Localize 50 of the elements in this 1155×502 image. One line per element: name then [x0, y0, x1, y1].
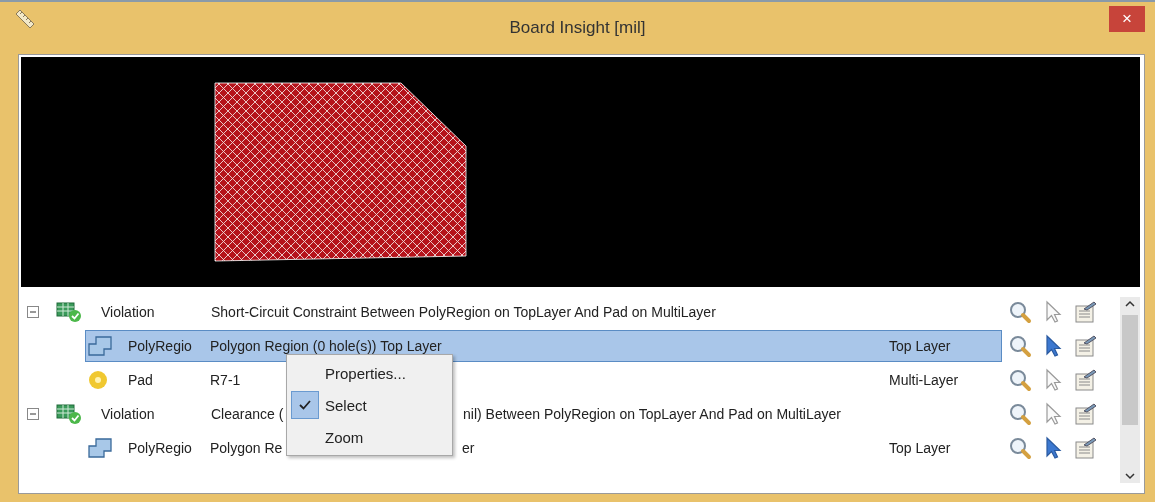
cursor-icon[interactable]: [1044, 402, 1062, 426]
collapse-toggle[interactable]: [27, 408, 39, 420]
layer-text: Multi-Layer: [889, 372, 960, 388]
cursor-icon[interactable]: [1044, 368, 1062, 392]
type-text: PolyRegio: [128, 440, 193, 456]
type-text: PolyRegio: [128, 338, 193, 354]
magnifier-icon[interactable]: [1008, 402, 1032, 426]
scrollbar[interactable]: [1120, 297, 1140, 483]
magnifier-icon[interactable]: [1008, 368, 1032, 392]
magnifier-icon: [1010, 302, 1031, 323]
magnifier-icon[interactable]: [1008, 334, 1032, 358]
cursor-icon[interactable]: [1044, 334, 1062, 358]
polygon-icon: [87, 437, 113, 459]
form-icon[interactable]: [1074, 300, 1098, 324]
type-text: Violation: [101, 304, 156, 320]
description-text: Short-Circuit Constraint Between PolyRegion on TopLayer And Pad on MultiLayer: [211, 304, 716, 320]
description-text: nil) Between PolyRegion on TopLayer And Pad on MultiLayer: [463, 406, 841, 422]
collapse-toggle[interactable]: [27, 306, 39, 318]
form-icon[interactable]: [1074, 334, 1098, 358]
description-text: er: [462, 440, 475, 456]
description-text: Polygon Region (0 hole(s)) Top Layer: [210, 338, 442, 354]
checkmark-icon: [299, 400, 311, 410]
pad-icon: [87, 369, 109, 391]
type-text: Violation: [101, 406, 156, 422]
polygon-icon: [87, 335, 113, 357]
checked-grid-icon: [56, 301, 82, 323]
cursor-icon[interactable]: [1044, 436, 1062, 460]
layer-text: Top Layer: [889, 440, 952, 456]
window-title: Board Insight [mil]: [509, 18, 646, 38]
form-icon[interactable]: [1074, 436, 1098, 460]
form-icon[interactable]: [1074, 402, 1098, 426]
ruler-icon: [14, 8, 36, 30]
menu-item[interactable]: Zoom: [287, 421, 452, 453]
close-button[interactable]: ×: [1109, 6, 1145, 32]
magnifier-icon[interactable]: [1008, 300, 1032, 324]
tree-row[interactable]: PolyRegio Polygon Region (0 hole(s)) Top Layer Top Layer: [85, 330, 1002, 362]
menu-item[interactable]: Select: [287, 389, 452, 421]
magnifier-icon: [1010, 336, 1031, 357]
magnifier-icon: [1010, 404, 1031, 425]
form-icon[interactable]: [1074, 368, 1098, 392]
description-text: Polygon Re: [210, 440, 284, 456]
cursor-icon[interactable]: [1044, 300, 1062, 324]
description-text: Clearance (: [211, 406, 285, 422]
magnifier-icon: [1010, 370, 1031, 391]
magnifier-icon: [1010, 438, 1031, 459]
layer-text: Top Layer: [889, 338, 952, 354]
description-text: R7-1: [210, 372, 241, 388]
magnifier-icon[interactable]: [1008, 436, 1032, 460]
type-text: Pad: [128, 372, 154, 388]
checked-grid-icon: [56, 403, 82, 425]
